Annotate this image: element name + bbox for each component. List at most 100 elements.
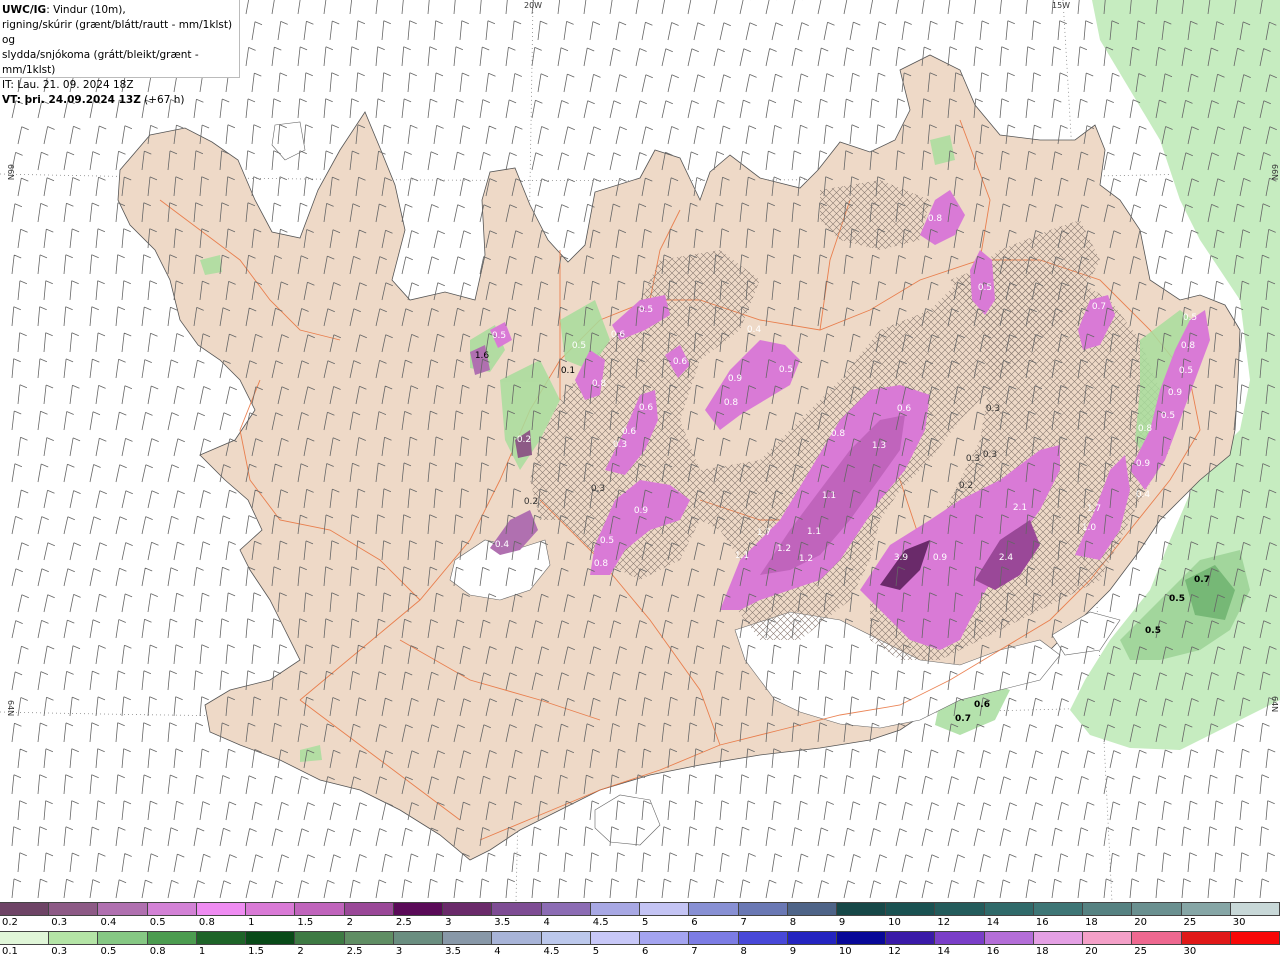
- precip-label: 0.3: [986, 404, 1000, 414]
- precip-label: 0.1: [561, 366, 575, 376]
- snow-legend-swatches: [0, 902, 1280, 916]
- precip-label: 0.4: [747, 325, 762, 335]
- legend-swatch: [836, 932, 887, 944]
- lon-label-20w: 20W: [524, 1, 542, 10]
- legend-label: 2.5: [346, 946, 363, 957]
- precip-label: 0.3: [983, 450, 997, 460]
- legend-label: 2.5: [395, 917, 412, 928]
- legend-label: 3.5: [445, 946, 461, 957]
- legend-swatch: [886, 932, 936, 944]
- legend-label: 30: [1232, 917, 1246, 928]
- legend-swatch: [147, 903, 197, 915]
- legend-swatch: [49, 903, 99, 915]
- legend-swatch: [196, 903, 247, 915]
- precip-label: 0.2: [959, 481, 973, 491]
- header-valid-time-row: VT: þri. 24.09.2024 13Z (+67 h): [2, 93, 239, 108]
- legend-label: 5: [642, 917, 649, 928]
- legend-label: 0.5: [100, 946, 117, 957]
- legend-swatch: [492, 903, 542, 915]
- legend-label: 14: [937, 946, 951, 957]
- legend-swatch: [147, 932, 197, 944]
- precip-label: 0.9: [1136, 459, 1151, 469]
- legend-swatch: [393, 903, 444, 915]
- legend-swatch: [1181, 903, 1231, 915]
- legend-swatch: [295, 903, 345, 915]
- legend-label: 25: [1183, 917, 1197, 928]
- legend-label: 7: [691, 946, 698, 957]
- legend-label: 25: [1134, 946, 1148, 957]
- precip-label: 0.7: [1194, 575, 1210, 585]
- legend-swatch: [886, 903, 936, 915]
- legend-swatch: [196, 932, 247, 944]
- legend-swatch: [640, 903, 690, 915]
- legend-label: 3: [395, 946, 403, 957]
- legend-swatch: [590, 903, 641, 915]
- legend-label: 12: [888, 946, 901, 957]
- legend-swatch: [443, 903, 493, 915]
- legend-label: 20: [1134, 917, 1148, 928]
- legend-label: 0.5: [149, 917, 166, 928]
- legend-label: 16: [1035, 917, 1049, 928]
- lat-label-64n-left: 64N: [6, 700, 15, 716]
- precip-label: 0.6: [622, 427, 637, 437]
- legend-label: 30: [1183, 946, 1197, 957]
- legend-swatch: [541, 932, 591, 944]
- precip-label: 0.6: [897, 404, 912, 414]
- legend-label: 0.8: [149, 946, 166, 957]
- precip-label: 0.4: [1136, 490, 1151, 500]
- legend-label: 0.2: [2, 917, 18, 928]
- legend-swatch: [1033, 903, 1084, 915]
- header-line-2: rigning/skúrir (grænt/blátt/rautt - mm/1…: [2, 19, 233, 46]
- precip-label: 0.3: [591, 484, 605, 494]
- header-variable: : Vindur (10m),: [46, 4, 126, 16]
- precip-label: 0.6: [974, 700, 990, 710]
- precip-label: 0.5: [779, 365, 793, 375]
- legend-swatch: [689, 903, 739, 915]
- legend-label: 1: [198, 946, 206, 957]
- lat-label-66n-left: 66N: [6, 164, 15, 180]
- legend-swatch: [98, 932, 148, 944]
- legend-swatch: [590, 932, 641, 944]
- legend-swatch: [738, 903, 788, 915]
- model-label: UWC/IG: [2, 4, 47, 16]
- lat-label-64n-right: 64N: [1270, 696, 1279, 712]
- header-forecast-offset: (+67 h): [140, 94, 185, 106]
- legend-label: 4.5: [592, 917, 609, 928]
- precip-label: 0.5: [1169, 594, 1185, 604]
- legend-label: 10: [888, 917, 901, 928]
- lon-label-15w: 15W: [1052, 1, 1070, 10]
- precip-label: 1.3: [872, 441, 886, 451]
- legend-swatch: [1230, 903, 1280, 915]
- precip-label: 0.5: [978, 283, 992, 293]
- legend-swatch: [295, 932, 345, 944]
- precip-label: 0.2: [517, 435, 531, 445]
- legend-swatch: [344, 903, 394, 915]
- legend-label: 20: [1085, 946, 1098, 957]
- legend-label: 6: [691, 917, 698, 928]
- precip-label: 0.2: [524, 497, 538, 507]
- legend-swatch: [689, 932, 739, 944]
- legend-label: 0.1: [2, 946, 18, 957]
- precip-label: 0.4: [495, 540, 510, 550]
- precip-label: 0.5: [1161, 411, 1175, 421]
- precip-label: 0.3: [613, 440, 627, 450]
- precip-label: 0.8: [1181, 341, 1196, 351]
- legend-swatch: [344, 932, 394, 944]
- precip-label: 0.9: [1168, 388, 1183, 398]
- legend-swatch: [246, 903, 296, 915]
- precip-label: 0.8: [594, 559, 609, 569]
- rain-legend-labels: 0.1 0.3 0.5 0.8 1 1.5 2 2.5 3 3.5 4 4.5 5 6 7 8 9 10 12 14 1…: [0, 945, 1280, 959]
- legend-swatch: [0, 932, 50, 944]
- snow-legend-labels: 0.2 0.3 0.4 0.5 0.8 1 1.5 2 2.5 3 3.5 4 4.5 5 6 7 8 9 10 12…: [0, 916, 1280, 930]
- legend-label: 2: [346, 917, 353, 928]
- precip-label: 3.9: [894, 553, 909, 563]
- legend-swatch: [393, 932, 444, 944]
- legend-label: 1.5: [297, 917, 314, 928]
- precip-label: 0.9: [728, 374, 743, 384]
- precip-label: 0.9: [634, 506, 649, 516]
- precip-label: 0.8: [592, 379, 607, 389]
- legend-swatch: [1033, 932, 1084, 944]
- legend-label: 0.4: [100, 917, 117, 928]
- legend-label: 6: [642, 946, 649, 957]
- legend-label: 12: [937, 917, 951, 928]
